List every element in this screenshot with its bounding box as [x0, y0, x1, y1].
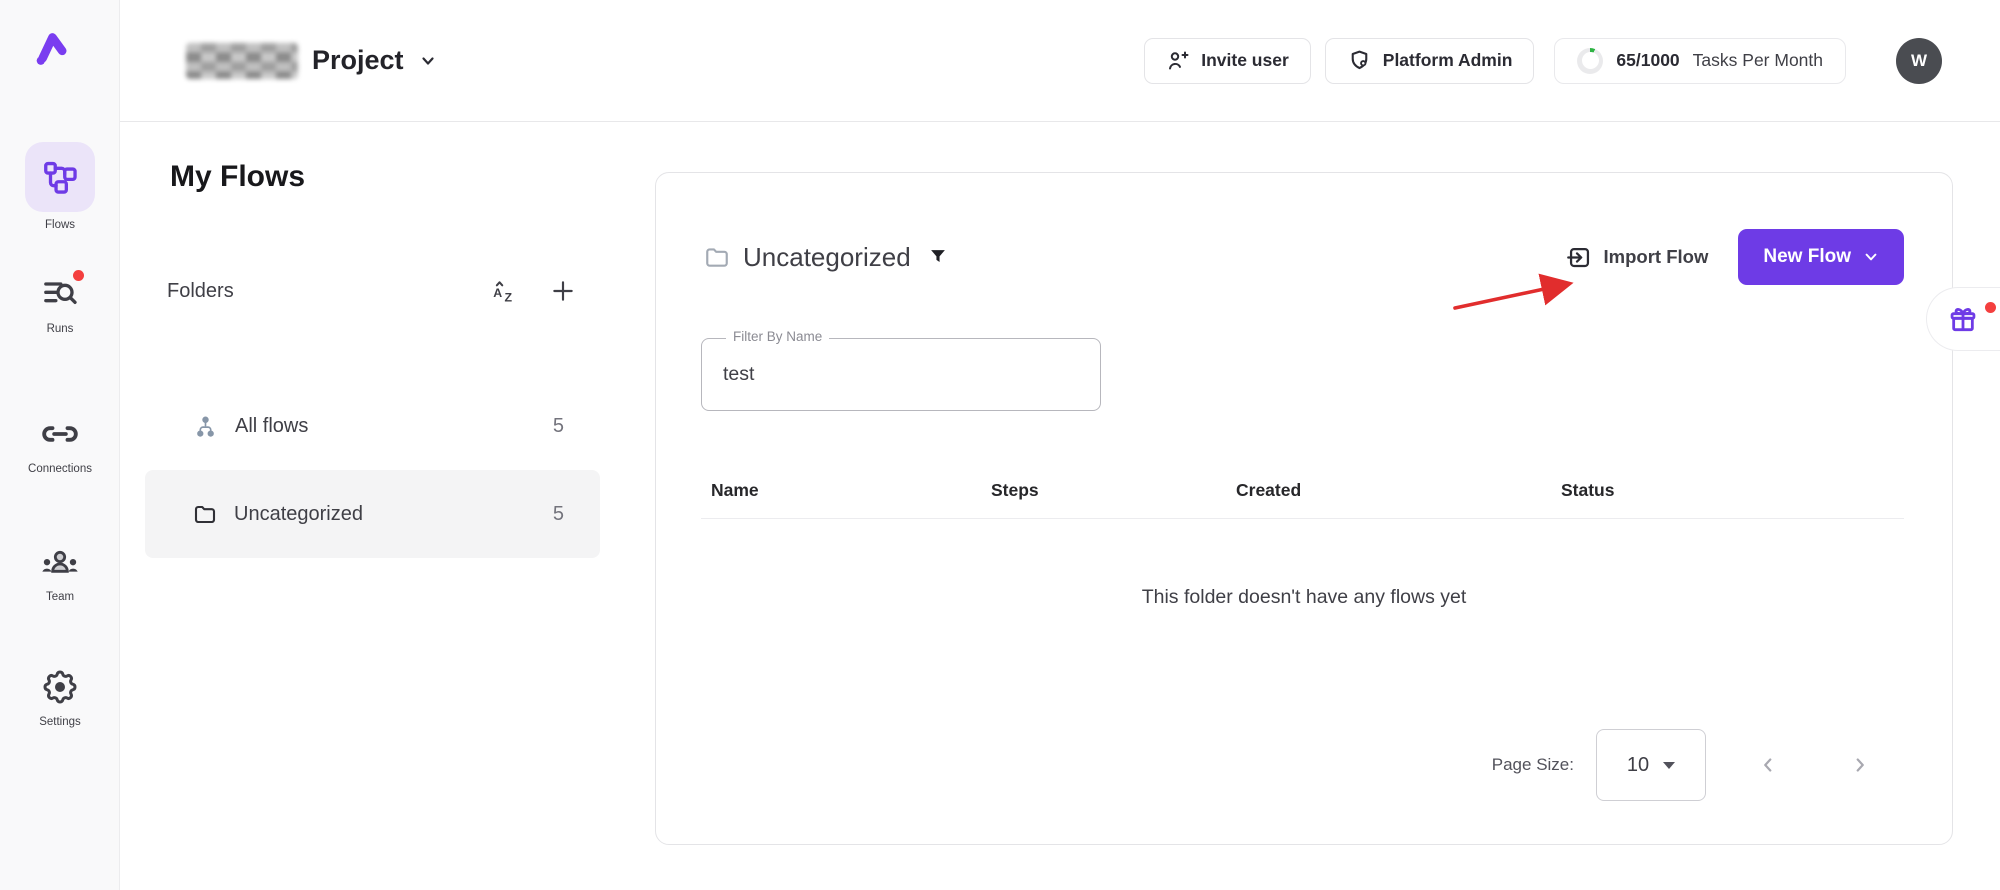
next-page-button[interactable] [1840, 745, 1880, 785]
flows-card: Uncategorized Import Flow New Flow Fi [655, 172, 1953, 845]
user-avatar[interactable]: W [1896, 38, 1942, 84]
new-flow-button[interactable]: New Flow [1738, 229, 1904, 285]
flows-active-tile [25, 142, 95, 212]
team-icon [40, 542, 80, 582]
hierarchy-icon [193, 414, 218, 439]
gear-icon [40, 667, 80, 707]
folder-item-uncategorized[interactable]: Uncategorized 5 [145, 470, 600, 558]
column-header-name: Name [701, 480, 991, 501]
list-search-icon [40, 274, 80, 314]
sidebar-item-label: Flows [45, 219, 75, 231]
page-title: My Flows [170, 160, 305, 194]
user-plus-icon [1166, 49, 1190, 73]
chevron-left-icon [1757, 754, 1779, 776]
pagination: Page Size: 10 [1492, 729, 1880, 801]
app-logo[interactable] [28, 24, 72, 73]
sidebar-item-settings[interactable]: Settings [0, 665, 120, 728]
top-header: Project Invite user Platform Admin [120, 0, 2000, 122]
filter-funnel-icon[interactable] [927, 246, 949, 268]
import-flow-label: Import Flow [1604, 246, 1709, 268]
filter-by-name-field[interactable]: Filter By Name [701, 338, 1101, 411]
folder-name: All flows [235, 415, 308, 438]
card-folder-title: Uncategorized [743, 242, 911, 273]
whats-new-gift-tab[interactable] [1926, 287, 2000, 351]
project-switcher[interactable]: Project [186, 43, 438, 79]
gift-icon [1947, 303, 1979, 335]
import-flow-button[interactable]: Import Flow [1566, 244, 1709, 271]
flows-table-header: Name Steps Created Status [701, 463, 1904, 519]
add-folder-icon[interactable] [550, 278, 576, 304]
sidebar-rail: Flows Runs Connection [0, 0, 120, 890]
filter-by-name-input[interactable] [702, 339, 1100, 410]
sidebar-item-flows[interactable]: Flows [0, 142, 120, 231]
column-header-created: Created [1236, 480, 1561, 501]
folder-count: 5 [553, 503, 564, 526]
column-header-steps: Steps [991, 480, 1236, 501]
redacted-project-name [186, 43, 298, 79]
sidebar-item-label: Team [46, 591, 74, 603]
link-icon [40, 414, 80, 454]
sidebar-item-runs[interactable]: Runs [0, 272, 120, 335]
shield-icon [1347, 48, 1372, 73]
tasks-label: Tasks Per Month [1693, 50, 1823, 71]
previous-page-button[interactable] [1748, 745, 1788, 785]
invite-user-button[interactable]: Invite user [1144, 38, 1311, 84]
column-header-status: Status [1561, 480, 1904, 501]
folders-title: Folders [167, 280, 234, 303]
gift-notification-dot [1985, 302, 1996, 313]
svg-text:A: A [493, 286, 502, 300]
dropdown-arrow-icon [1663, 762, 1675, 769]
sidebar-item-connections[interactable]: Connections [0, 412, 120, 475]
tasks-usage-pill[interactable]: 65/1000 Tasks Per Month [1554, 38, 1846, 84]
sidebar-item-label: Connections [28, 463, 92, 475]
svg-text:Z: Z [505, 290, 513, 304]
platform-admin-label: Platform Admin [1383, 50, 1513, 71]
chevron-right-icon [1849, 754, 1871, 776]
sort-alpha-icon[interactable]: A Z [491, 278, 518, 305]
runs-notification-dot [73, 270, 84, 281]
sidebar-item-team[interactable]: Team [0, 540, 120, 603]
tasks-progress-ring [1577, 48, 1603, 74]
folder-icon [704, 244, 730, 270]
folder-count: 5 [553, 415, 564, 438]
activepieces-logo-icon [28, 24, 72, 68]
folders-panel: Folders A Z All flows 5 [145, 268, 600, 314]
folder-icon [193, 502, 217, 526]
folder-item-all-flows[interactable]: All flows 5 [145, 382, 600, 470]
new-flow-label: New Flow [1763, 246, 1851, 268]
chevron-down-icon [418, 51, 438, 71]
platform-admin-button[interactable]: Platform Admin [1325, 38, 1535, 84]
invite-user-label: Invite user [1201, 50, 1289, 71]
workflow-icon [41, 158, 79, 196]
import-icon [1566, 244, 1593, 271]
page-size-label: Page Size: [1492, 755, 1574, 775]
tasks-count: 65/1000 [1616, 50, 1679, 71]
sidebar-item-label: Settings [39, 716, 81, 728]
project-label: Project [312, 45, 404, 76]
chevron-down-icon [1863, 249, 1879, 265]
page-size-select[interactable]: 10 [1596, 729, 1706, 801]
sidebar-item-label: Runs [47, 323, 74, 335]
folder-name: Uncategorized [234, 503, 363, 526]
page-size-value: 10 [1627, 754, 1649, 777]
empty-state-message: This folder doesn't have any flows yet [656, 586, 1952, 609]
avatar-initial: W [1911, 51, 1927, 71]
